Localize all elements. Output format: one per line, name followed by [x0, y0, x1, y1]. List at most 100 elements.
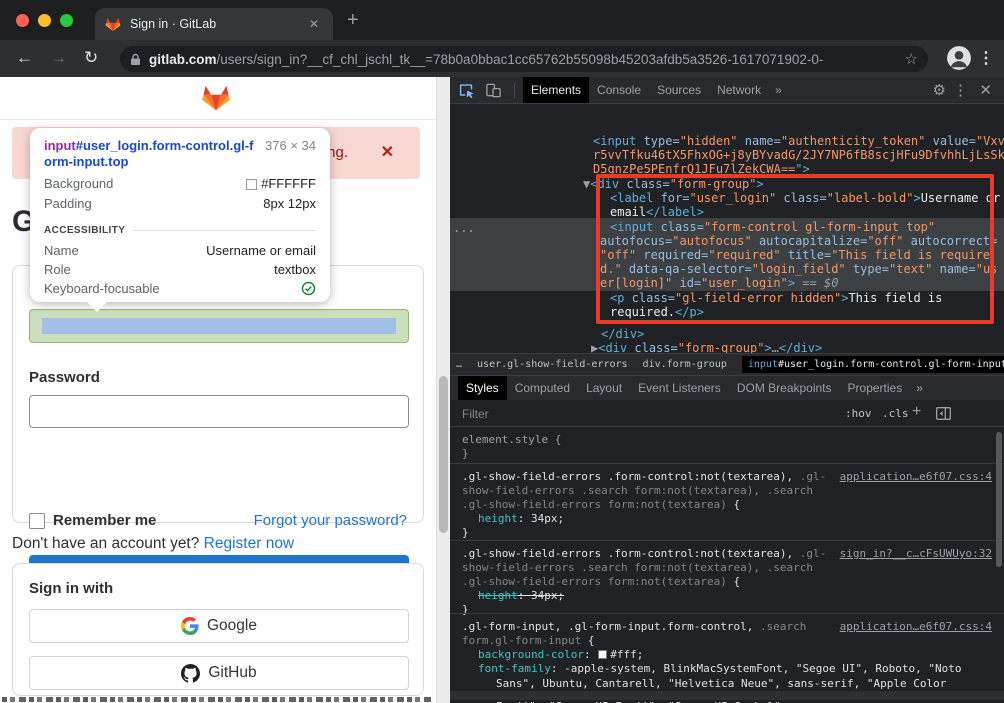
- css-rule-line[interactable]: }: [462, 447, 469, 460]
- breadcrumb-item[interactable]: user.gl-show-field-errors: [477, 359, 628, 370]
- tooltip-background-value: #FFFFFF: [261, 174, 316, 194]
- page-scrollbar-thumb[interactable]: [439, 376, 448, 533]
- css-rule-line[interactable]: .gl-show-field-errors .form-control:not(…: [462, 470, 826, 483]
- more-tabs-button[interactable]: »: [769, 77, 788, 103]
- styles-tab-dom-breakpoints[interactable]: DOM Breakpoints: [729, 376, 840, 400]
- window-close-button[interactable]: [16, 14, 29, 27]
- page-scrollbar[interactable]: [436, 77, 450, 703]
- dom-tree-line[interactable]: </div>: [601, 327, 644, 341]
- styles-more-tabs[interactable]: »: [910, 375, 929, 401]
- dom-tree-line[interactable]: r5vvTfku46tX5FhxOG+j8yBYvadG/2JY7NP6fB8s…: [593, 148, 1004, 162]
- github-icon: [181, 664, 200, 683]
- css-rule-line[interactable]: font-family: -apple-system, BlinkMacSyst…: [478, 662, 961, 675]
- gitlab-logo[interactable]: [201, 84, 231, 117]
- forward-button[interactable]: →: [50, 48, 67, 68]
- css-rule-line[interactable]: show-field-errors .search form:not(texta…: [462, 484, 813, 497]
- password-input[interactable]: [29, 395, 409, 428]
- github-signin-button[interactable]: GitHub: [29, 656, 409, 690]
- a11y-focusable-label: Keyboard-focusable: [44, 279, 160, 298]
- dom-tree-line[interactable]: D5gnzPe5PEnfrQ1JFu7lZekCWA==">: [593, 162, 810, 176]
- styles-scrollbar-thumb[interactable]: [996, 432, 1002, 567]
- alert-close-icon[interactable]: ✕: [381, 142, 394, 162]
- elements-tree-panel[interactable]: ... <input type="hidden" name="authentic…: [450, 104, 1004, 353]
- class-toggle-button[interactable]: .cls: [882, 407, 909, 420]
- new-tab-button[interactable]: +: [347, 8, 359, 32]
- devtools-menu-icon[interactable]: ⋮: [953, 81, 968, 99]
- dom-tree-line[interactable]: ▼<div class="form-group">: [583, 177, 764, 191]
- breadcrumb-item[interactable]: div.form-group: [643, 359, 727, 370]
- devtools-settings-icon[interactable]: ⚙: [933, 81, 946, 99]
- address-bar[interactable]: gitlab.com/users/sign_in?__cf_chl_jschl_…: [120, 46, 928, 72]
- breadcrumb-item-selected[interactable]: input#user_login.form-control.gl-form-in…: [742, 356, 1004, 373]
- hover-state-button[interactable]: :hov: [845, 407, 872, 420]
- signin-form-card: Password Remember me Forgot your passwor…: [12, 265, 424, 523]
- browser-menu-button[interactable]: ⋮: [978, 48, 994, 68]
- devtools-tab-sources[interactable]: Sources: [649, 77, 709, 103]
- dom-tree-line[interactable]: "off" required="required" title="This fi…: [600, 248, 990, 262]
- styles-filter-input[interactable]: Filter: [462, 407, 489, 421]
- devtools-close-icon[interactable]: ✕: [979, 81, 992, 99]
- devtools-tab-elements[interactable]: Elements: [523, 77, 589, 103]
- dom-tree-line[interactable]: required.</p>: [610, 305, 704, 319]
- styles-tab-computed[interactable]: Computed: [507, 376, 578, 400]
- new-style-rule-button[interactable]: +: [912, 403, 921, 421]
- css-rule-line[interactable]: Sans", Ubuntu, Cantarell, "Helvetica Neu…: [496, 677, 946, 690]
- css-rule-line[interactable]: form.gl-form-input {: [462, 634, 594, 647]
- dom-tree-line[interactable]: <label for="user_login" class="label-bol…: [610, 191, 1000, 205]
- rule-separator: [450, 463, 1004, 464]
- css-rule-line[interactable]: background-color: #fff;: [478, 648, 643, 661]
- css-rule-line[interactable]: .gl-show-field-errors form:not(textarea)…: [462, 575, 740, 588]
- css-rule-line[interactable]: show-field-errors .search form:not(texta…: [462, 561, 813, 574]
- styles-tab-layout[interactable]: Layout: [578, 376, 630, 400]
- css-rule-line[interactable]: }: [462, 603, 469, 616]
- css-rule-line[interactable]: .gl-show-field-errors .form-control:not(…: [462, 547, 826, 560]
- remember-me-checkbox[interactable]: [29, 513, 45, 529]
- dom-tree-line[interactable]: email</label>: [610, 205, 704, 219]
- styles-tab-styles[interactable]: Styles: [458, 376, 507, 400]
- forgot-password-link[interactable]: Forgot your password?: [254, 512, 407, 529]
- back-button[interactable]: ←: [16, 48, 33, 68]
- google-signin-button[interactable]: Google: [29, 609, 409, 643]
- computed-sidebar-toggle-icon[interactable]: [936, 407, 951, 425]
- dom-tree-line[interactable]: d." data-qa-selector="login_field" type=…: [600, 262, 997, 276]
- window-zoom-button[interactable]: [60, 14, 73, 27]
- dom-tree-line[interactable]: <input class="form-control gl-form-input…: [610, 220, 935, 234]
- dom-tree-line[interactable]: <p class="gl-field-error hidden">This fi…: [610, 291, 942, 305]
- devtools-tab-console[interactable]: Console: [589, 77, 649, 103]
- tab-close-button[interactable]: ✕: [305, 15, 323, 33]
- css-rule-line[interactable]: .gl-show-field-errors form:not(textarea)…: [462, 498, 740, 511]
- styles-tab-event-listeners[interactable]: Event Listeners: [630, 376, 729, 400]
- reload-button[interactable]: ↻: [84, 48, 98, 68]
- rule-separator: [450, 540, 1004, 541]
- dom-tree-line[interactable]: er[login]" id="user_login"> == $0: [600, 276, 838, 290]
- stylesheet-link[interactable]: application…e6f07.css:4: [840, 620, 992, 633]
- css-rule-line[interactable]: .gl-form-input, .gl-form-input.form-cont…: [462, 620, 806, 633]
- devtools-panel: ElementsConsoleSourcesNetwork » ⚙ ⋮ ✕ ..…: [450, 77, 1004, 703]
- node-hover-dots[interactable]: ...: [453, 221, 475, 235]
- register-link[interactable]: Register now: [204, 535, 294, 552]
- styles-horizontal-scrollbar[interactable]: [450, 691, 1004, 700]
- css-rule-line[interactable]: element.style {: [462, 433, 561, 446]
- window-minimize-button[interactable]: [38, 14, 51, 27]
- bookmark-star-icon[interactable]: ☆: [905, 50, 918, 68]
- device-toolbar-icon[interactable]: [485, 82, 502, 99]
- breadcrumb-overflow[interactable]: …: [456, 359, 462, 370]
- css-rule-line[interactable]: height: 34px;: [478, 512, 564, 525]
- styles-sidebar-tabs: StylesComputedLayoutEvent ListenersDOM B…: [450, 375, 1004, 400]
- profile-avatar[interactable]: [946, 45, 972, 76]
- username-input-inspected[interactable]: [29, 309, 409, 343]
- dom-tree-line[interactable]: <input type="hidden" name="authenticity_…: [593, 134, 1004, 148]
- browser-tab[interactable]: Sign in · GitLab ✕: [95, 8, 333, 40]
- styles-tab-properties[interactable]: Properties: [840, 376, 911, 400]
- css-rule-line[interactable]: }: [462, 526, 469, 539]
- focusable-check-icon: [301, 279, 316, 298]
- css-rule-line[interactable]: height: 34px;: [478, 589, 564, 602]
- stylesheet-link[interactable]: application…e6f07.css:4: [840, 470, 992, 483]
- dom-tree-line[interactable]: autofocus="autofocus" autocapitalize="of…: [600, 234, 997, 248]
- inspect-element-icon[interactable]: [458, 82, 475, 99]
- inspect-tooltip: input#user_login.form-control.gl-form-in…: [30, 128, 330, 302]
- section-divider: [133, 230, 316, 231]
- devtools-tab-network[interactable]: Network: [709, 77, 769, 103]
- a11y-role-label: Role: [44, 260, 71, 279]
- stylesheet-link[interactable]: sign_in?__c…cFsUWUyo:32: [840, 547, 992, 560]
